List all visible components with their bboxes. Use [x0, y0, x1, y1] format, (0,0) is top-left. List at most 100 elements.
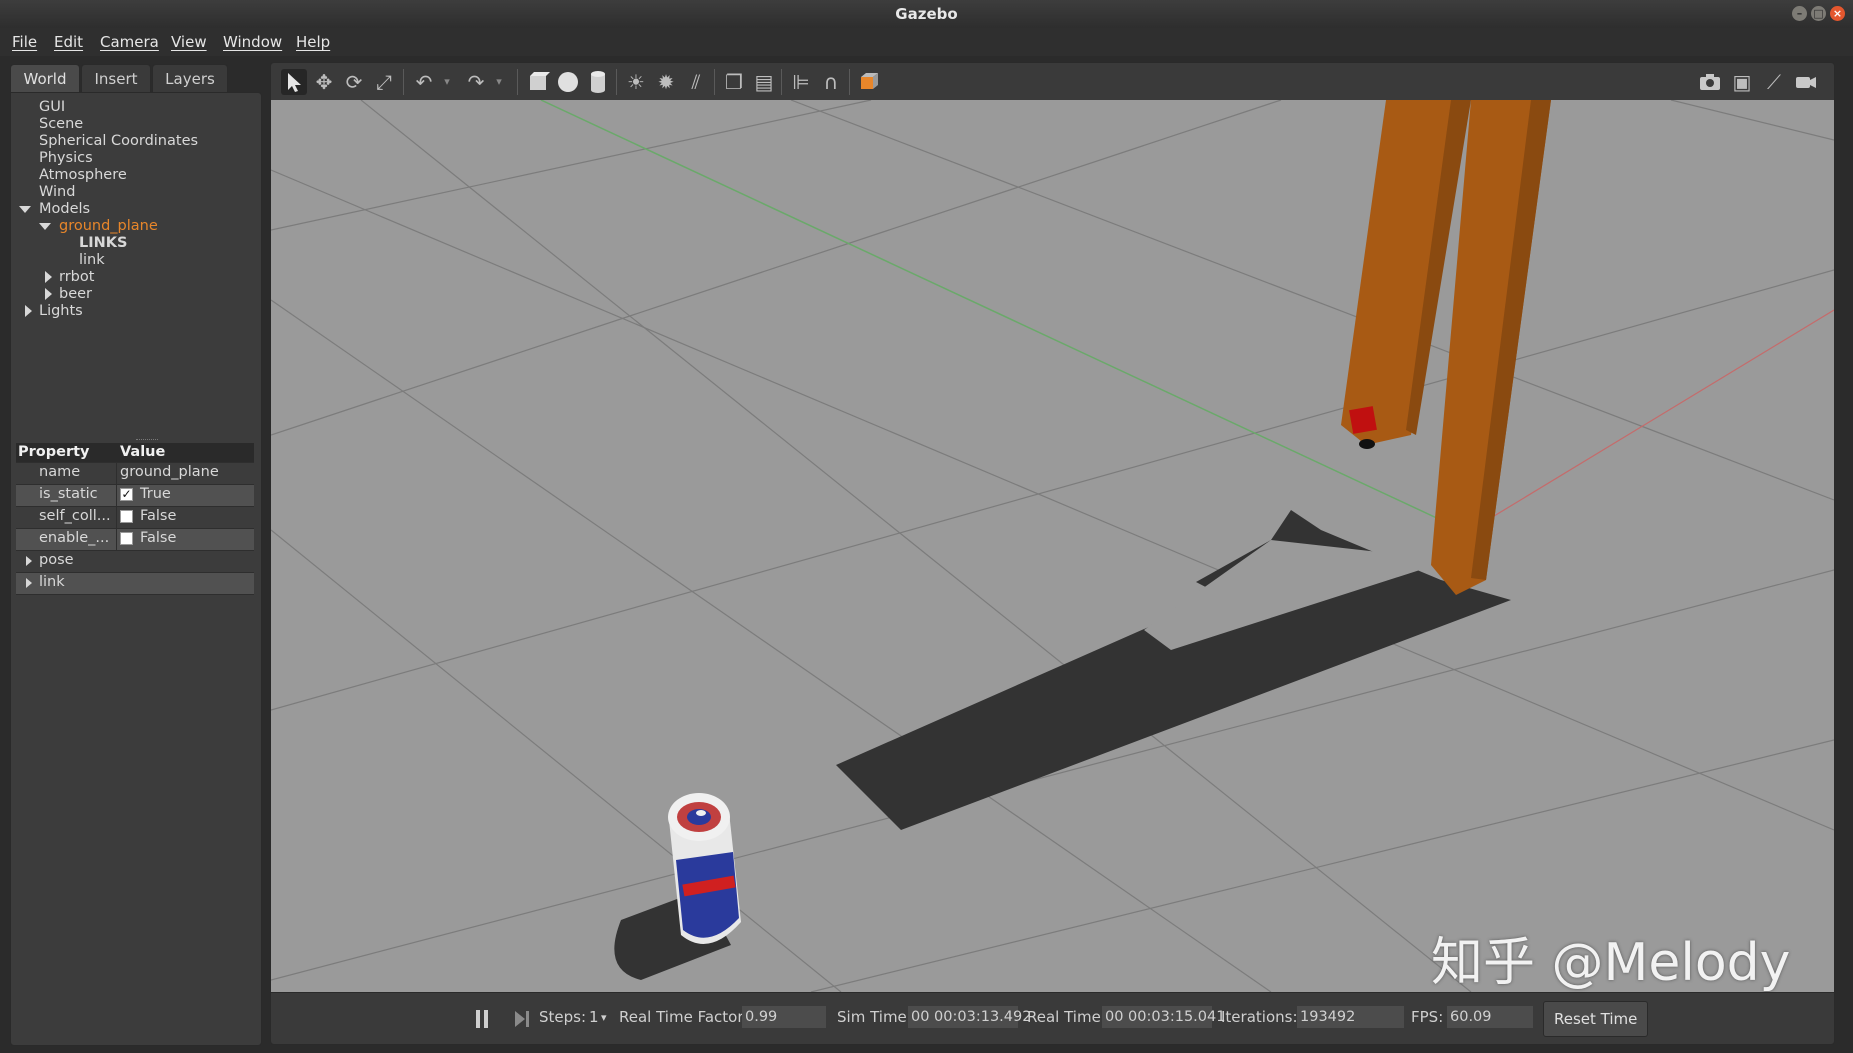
- translate-icon[interactable]: ✥: [311, 69, 337, 95]
- tree-item-spherical-coordinates[interactable]: Spherical Coordinates: [39, 133, 198, 149]
- tree-item-ground-plane[interactable]: ground_plane: [59, 218, 158, 234]
- tab-insert[interactable]: Insert: [81, 64, 151, 93]
- log-icon[interactable]: ▣: [1729, 69, 1755, 95]
- real-time-field: 00 00:03:15.041: [1102, 1006, 1225, 1028]
- menu-camera[interactable]: Camera: [100, 28, 159, 56]
- expand-beer-icon[interactable]: [45, 288, 52, 300]
- property-row-is-static[interactable]: is_static ✓ True: [16, 485, 254, 507]
- tree-item-atmosphere[interactable]: Atmosphere: [39, 167, 127, 183]
- real-time-factor-field: 0.99: [742, 1006, 826, 1028]
- menu-help[interactable]: Help: [296, 28, 330, 56]
- redo-history-chevron-icon[interactable]: ▾: [486, 69, 512, 95]
- is-static-checkbox[interactable]: ✓: [120, 488, 133, 501]
- expand-ground-plane-icon[interactable]: [39, 223, 51, 230]
- directional-light-icon[interactable]: ⫽: [683, 69, 709, 95]
- real-time-label: Real Time:: [1027, 1008, 1106, 1026]
- property-row-name[interactable]: name ground_plane: [16, 463, 254, 485]
- undo-history-chevron-icon[interactable]: ▾: [434, 69, 460, 95]
- tab-layers[interactable]: Layers: [152, 64, 228, 93]
- spot-light-icon[interactable]: ✹: [653, 69, 679, 95]
- tab-world[interactable]: World: [10, 64, 80, 93]
- watermark-text: 知乎 @Melody: [1431, 933, 1791, 992]
- tree-item-links-header: LINKS: [79, 235, 128, 251]
- expand-models-icon[interactable]: [19, 206, 31, 213]
- expand-link-icon[interactable]: [26, 578, 32, 588]
- simulation-status-bar: Steps: 1 ▾ Real Time Factor: 0.99 Sim Ti…: [270, 992, 1835, 1045]
- tree-item-lights[interactable]: Lights: [39, 303, 83, 319]
- menu-edit[interactable]: Edit: [54, 28, 83, 56]
- property-value: False: [140, 530, 177, 546]
- tree-item-rrbot[interactable]: rrbot: [59, 269, 94, 285]
- plot-icon[interactable]: ⟋: [1761, 69, 1787, 95]
- sim-time-label: Sim Time:: [837, 1008, 912, 1026]
- tree-item-physics[interactable]: Physics: [39, 150, 93, 166]
- expand-lights-icon[interactable]: [25, 305, 32, 317]
- tree-item-gui[interactable]: GUI: [39, 99, 65, 115]
- reset-time-button[interactable]: Reset Time: [1543, 1001, 1649, 1037]
- main-toolbar: ✥ ⟳ ⤢ ↶ ▾ ↷ ▾ ☀ ✹ ⫽ ❐ ▤ ⊫ ∩ ▣ ⟋: [270, 62, 1835, 102]
- snap-icon[interactable]: ∩: [818, 69, 844, 95]
- tree-item-link[interactable]: link: [79, 252, 105, 268]
- minimize-button[interactable]: –: [1792, 6, 1807, 21]
- menu-window[interactable]: Window: [223, 28, 282, 56]
- menu-view[interactable]: View: [171, 28, 207, 56]
- window-titlebar: Gazebo – □ ×: [0, 0, 1853, 28]
- property-row-self-collide[interactable]: self_coll... False: [16, 507, 254, 529]
- property-key: pose: [39, 552, 74, 568]
- fps-field: 60.09: [1447, 1006, 1533, 1028]
- panel-tabs: World Insert Layers: [10, 62, 260, 93]
- property-key: enable_...: [39, 530, 110, 546]
- view-angle-icon[interactable]: [857, 69, 883, 95]
- align-icon[interactable]: ⊫: [788, 69, 814, 95]
- 3d-viewport[interactable]: 知乎 @Melody: [270, 100, 1835, 992]
- maximize-button[interactable]: □: [1811, 6, 1826, 21]
- screenshot-icon[interactable]: [1697, 69, 1723, 95]
- tree-item-beer[interactable]: beer: [59, 286, 92, 302]
- property-value: True: [140, 486, 171, 502]
- property-table-header: Property Value: [16, 443, 254, 463]
- iterations-label: Iterations:: [1221, 1008, 1298, 1026]
- sphere-icon[interactable]: [555, 69, 581, 95]
- rotate-icon[interactable]: ⟳: [341, 69, 367, 95]
- paste-icon[interactable]: ▤: [751, 69, 777, 95]
- menu-file[interactable]: File: [12, 28, 37, 56]
- select-arrow-icon[interactable]: [281, 69, 307, 95]
- copy-icon[interactable]: ❐: [721, 69, 747, 95]
- close-button[interactable]: ×: [1830, 6, 1845, 21]
- enable-wind-checkbox[interactable]: [120, 532, 133, 545]
- self-collide-checkbox[interactable]: [120, 510, 133, 523]
- property-key: is_static: [39, 486, 98, 502]
- pause-icon[interactable]: [476, 1010, 490, 1028]
- real-time-factor-label: Real Time Factor:: [619, 1008, 749, 1026]
- steps-chevron-down-icon[interactable]: ▾: [601, 1011, 607, 1024]
- sim-time-field: 00 00:03:13.492: [908, 1006, 1031, 1028]
- panel-splitter[interactable]: [136, 439, 158, 442]
- tree-item-scene[interactable]: Scene: [39, 116, 83, 132]
- fps-label: FPS:: [1411, 1008, 1444, 1026]
- tree-item-models[interactable]: Models: [39, 201, 90, 217]
- property-row-enable-wind[interactable]: enable_... False: [16, 529, 254, 551]
- property-key: name: [39, 464, 81, 480]
- expand-pose-icon[interactable]: [26, 556, 32, 566]
- property-value[interactable]: ground_plane: [120, 464, 219, 480]
- window-controls: – □ ×: [1792, 6, 1845, 21]
- steps-label: Steps:: [539, 1008, 587, 1026]
- property-row-link[interactable]: link: [16, 573, 254, 595]
- property-table: Property Value name ground_plane is_stat…: [16, 443, 254, 595]
- scale-icon[interactable]: ⤢: [371, 69, 397, 95]
- scene-render: [271, 100, 1834, 992]
- step-icon[interactable]: [514, 1010, 530, 1028]
- world-panel: GUI Scene Spherical Coordinates Physics …: [10, 92, 262, 1046]
- property-column-header: Property: [18, 444, 90, 460]
- property-row-pose[interactable]: pose: [16, 551, 254, 573]
- value-column-header: Value: [120, 444, 166, 460]
- expand-rrbot-icon[interactable]: [45, 271, 52, 283]
- property-key: link: [39, 574, 65, 590]
- point-light-icon[interactable]: ☀: [623, 69, 649, 95]
- cylinder-icon[interactable]: [585, 69, 611, 95]
- box-icon[interactable]: [525, 69, 551, 95]
- record-video-icon[interactable]: [1793, 69, 1819, 95]
- tree-item-wind[interactable]: Wind: [39, 184, 75, 200]
- x-axis-line: [1470, 309, 1834, 531]
- steps-value[interactable]: 1: [589, 1008, 599, 1026]
